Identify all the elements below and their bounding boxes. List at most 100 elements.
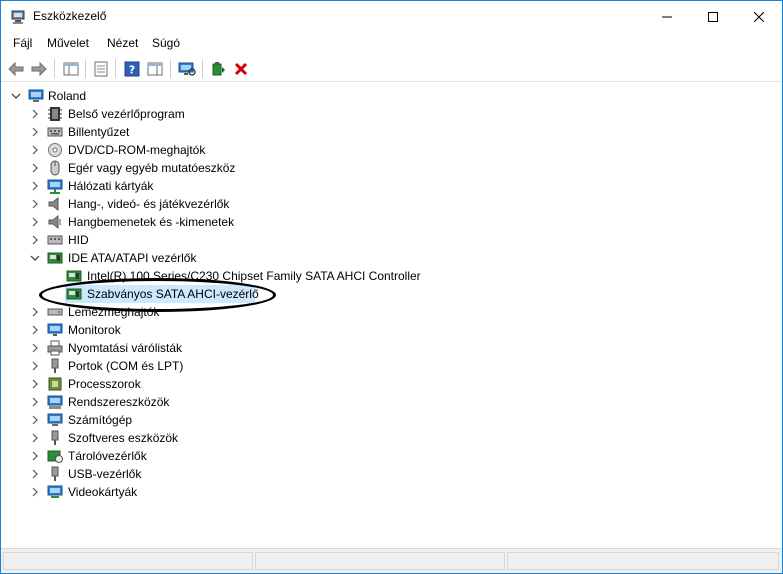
tree-root-label[interactable]: Roland <box>48 87 86 105</box>
chevron-right-icon[interactable] <box>30 451 40 461</box>
tree-item-label[interactable]: Rendszereszközök <box>68 393 169 411</box>
status-bar <box>1 548 782 573</box>
tree-item-label[interactable]: Tárolóvezérlők <box>68 447 147 465</box>
tree-item-label[interactable]: Monitorok <box>68 321 121 339</box>
network-adapter-icon <box>47 179 63 194</box>
forward-button[interactable] <box>28 58 50 80</box>
tree-item-label[interactable]: Szabványos SATA AHCI-vezérlő <box>87 285 259 303</box>
status-pane <box>255 552 505 570</box>
menu-action[interactable]: Művelet <box>47 36 89 50</box>
ide-controller-icon <box>66 288 82 300</box>
forward-arrow-icon <box>31 61 47 77</box>
tree-item-label[interactable]: DVD/CD-ROM-meghajtók <box>68 141 205 159</box>
disk-drive-icon <box>47 308 63 316</box>
ide-controller-icon <box>47 252 63 264</box>
device-manager-icon <box>11 10 25 24</box>
storage-controller-icon <box>47 450 63 463</box>
mouse-icon <box>50 160 60 176</box>
menu-file[interactable]: Fájl <box>13 36 32 50</box>
show-hide-tree-icon <box>63 62 79 76</box>
toolbar-separator <box>170 59 171 78</box>
tree-item-label[interactable]: Egér vagy egyéb mutatóeszköz <box>68 159 235 177</box>
chevron-right-icon[interactable] <box>30 235 40 245</box>
chevron-right-icon[interactable] <box>30 397 40 407</box>
scan-hardware-button[interactable] <box>176 58 198 80</box>
speaker-icon <box>48 196 59 212</box>
port-icon <box>51 358 59 373</box>
usb-controller-icon <box>51 466 59 481</box>
status-pane <box>3 552 253 570</box>
ide-controller-icon <box>66 270 82 282</box>
chevron-right-icon[interactable] <box>30 361 40 371</box>
uninstall-device-button[interactable] <box>230 58 252 80</box>
chevron-right-icon[interactable] <box>30 127 40 137</box>
toolbar: ? <box>1 55 782 82</box>
menu-view[interactable]: Nézet <box>107 36 138 50</box>
toolbar-separator <box>202 59 203 78</box>
toolbar-separator <box>54 59 55 78</box>
tree-item-label[interactable]: Hálózati kártyák <box>68 177 153 195</box>
tree-item-label[interactable]: Billentyűzet <box>68 123 129 141</box>
tree-item-label[interactable]: Lemezmeghajtók <box>68 303 159 321</box>
chevron-right-icon[interactable] <box>30 217 40 227</box>
tree-item-label[interactable]: Számítógép <box>68 411 132 429</box>
uninstall-device-icon <box>234 62 248 76</box>
close-icon <box>754 11 764 22</box>
keyboard-icon <box>47 127 63 137</box>
toolbar-separator <box>115 59 116 78</box>
tree-item-label[interactable]: IDE ATA/ATAPI vezérlők <box>68 249 196 267</box>
chevron-right-icon[interactable] <box>30 469 40 479</box>
window-title: Eszközkezelő <box>33 9 107 23</box>
help-icon: ? <box>124 61 140 77</box>
action-pane-button[interactable] <box>144 58 166 80</box>
svg-text:?: ? <box>129 64 135 77</box>
chevron-right-icon[interactable] <box>30 415 40 425</box>
tree-item-label[interactable]: Hangbemenetek és -kimenetek <box>68 213 234 231</box>
tree-item-label[interactable]: Szoftveres eszközök <box>68 429 178 447</box>
dvd-drive-icon <box>48 143 62 157</box>
chevron-down-icon[interactable] <box>30 253 40 263</box>
system-device-icon <box>47 395 63 409</box>
chevron-right-icon[interactable] <box>30 145 40 155</box>
tree-item-label[interactable]: Portok (COM és LPT) <box>68 357 183 375</box>
tree-item-label[interactable]: Processzorok <box>68 375 141 393</box>
menu-bar: Fájl Művelet Nézet Súgó <box>1 32 782 54</box>
back-arrow-icon <box>8 61 24 77</box>
maximize-button[interactable] <box>690 1 736 32</box>
tree-item-label[interactable]: Belső vezérlőprogram <box>68 105 185 123</box>
scan-hardware-icon <box>178 62 196 76</box>
chevron-right-icon[interactable] <box>30 325 40 335</box>
chevron-right-icon[interactable] <box>30 199 40 209</box>
update-driver-button[interactable] <box>207 58 229 80</box>
menu-help[interactable]: Súgó <box>152 36 180 50</box>
show-hide-tree-button[interactable] <box>60 58 82 80</box>
chevron-right-icon[interactable] <box>30 343 40 353</box>
chevron-down-icon[interactable] <box>11 91 21 101</box>
audio-io-icon <box>48 214 61 230</box>
back-button[interactable] <box>5 58 27 80</box>
chevron-right-icon[interactable] <box>30 109 40 119</box>
tree-item-label[interactable]: Intel(R) 100 Series/C230 Chipset Family … <box>87 267 421 285</box>
chevron-right-icon[interactable] <box>30 181 40 191</box>
computer-icon <box>28 89 44 102</box>
properties-icon <box>94 61 108 77</box>
tree-item-label[interactable]: HID <box>68 231 89 249</box>
chevron-right-icon[interactable] <box>30 487 40 497</box>
chevron-right-icon[interactable] <box>30 163 40 173</box>
tree-item-label[interactable]: Hang-, videó- és játékvezérlők <box>68 195 229 213</box>
help-button[interactable]: ? <box>121 58 143 80</box>
status-pane <box>507 552 779 570</box>
close-button[interactable] <box>736 1 782 32</box>
properties-button[interactable] <box>90 58 112 80</box>
tree-item-label[interactable]: Videokártyák <box>68 483 137 501</box>
tree-item-label[interactable]: Nyomtatási várólisták <box>68 339 182 357</box>
chevron-right-icon[interactable] <box>30 433 40 443</box>
device-tree[interactable]: Roland Belső vezérlőprogram Billentyűzet… <box>1 83 782 547</box>
device-manager-window: Eszközkezelő Fájl Művelet Nézet Súgó ? R… <box>0 0 783 574</box>
title-bar[interactable]: Eszközkezelő <box>1 1 782 32</box>
chevron-right-icon[interactable] <box>30 379 40 389</box>
tree-item-label[interactable]: USB-vezérlők <box>68 465 141 483</box>
chevron-right-icon[interactable] <box>30 307 40 317</box>
printer-icon <box>47 340 63 356</box>
minimize-button[interactable] <box>644 1 690 32</box>
